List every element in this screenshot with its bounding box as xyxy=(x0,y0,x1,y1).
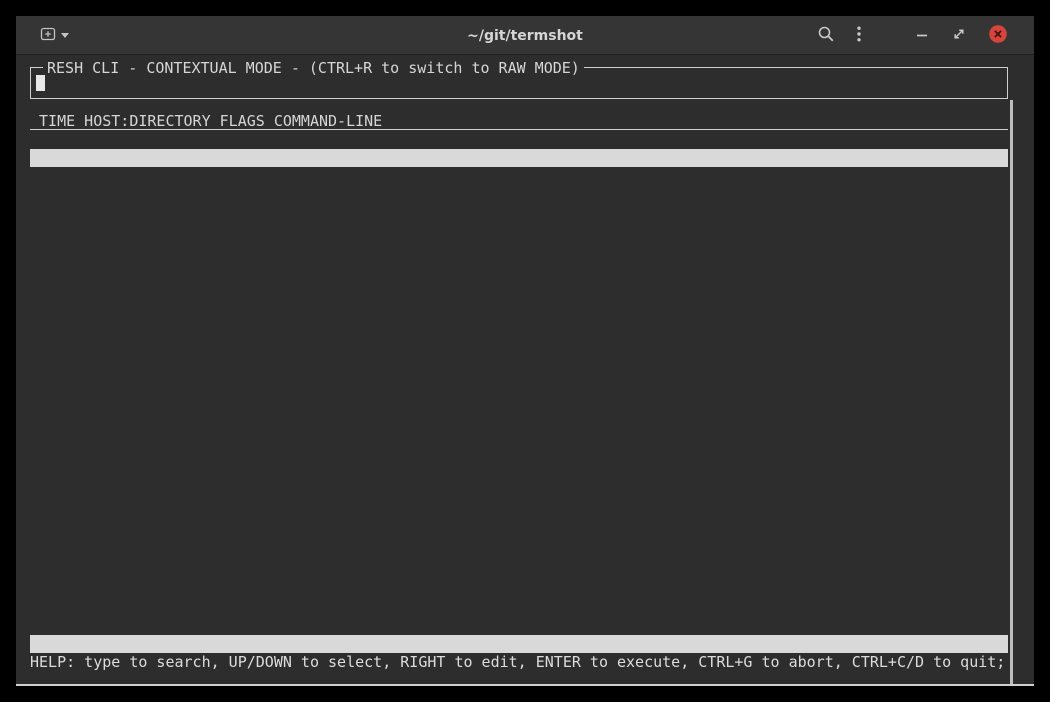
kebab-menu-icon xyxy=(856,25,862,46)
new-tab-icon xyxy=(40,26,56,45)
titlebar[interactable]: ~/git/termshot xyxy=(16,16,1034,55)
history-row[interactable]: 7 days ~/git/termshot G time echo someth… xyxy=(30,527,1008,545)
history-row[interactable]: 6 days ~/git/termshot G cd .. xyxy=(30,455,1008,473)
window-title: ~/git/termshot xyxy=(136,16,914,55)
history-row[interactable]: 3 days ~/git/termshot G fh() {; eval $( … xyxy=(30,167,1008,185)
history-row[interactable]: 7 days ~/git/termshot G mv ~/xterm.2020.… xyxy=(30,617,1008,635)
history-row[interactable]: 3 days ~/git/termshot G inkscape xterm-w… xyxy=(30,275,1008,293)
history-row[interactable]: 3 days ~/git/termshot G fh xyxy=(30,149,1008,167)
close-icon xyxy=(988,24,1008,47)
search-icon xyxy=(817,25,835,46)
menu-button[interactable] xyxy=(856,25,862,46)
history-row[interactable]: 7 days ~/git/termshot G time x=1 xyxy=(30,509,1008,527)
terminal-window: ~/git/termshot xyxy=(16,16,1034,686)
history-table-header: TIME HOST:DIRECTORY FLAGS COMMAND-LINE xyxy=(30,112,1008,130)
search-input[interactable]: RESH CLI - CONTEXTUAL MODE - (CTRL+R to … xyxy=(30,67,1008,99)
search-button[interactable] xyxy=(817,25,835,46)
history-row[interactable]: 3 days ~/git/termshot G cd xyxy=(30,131,1008,149)
history-row[interactable]: 3 days ~/git/termshot G mv ~/xterm.2020.… xyxy=(30,311,1008,329)
chevron-down-icon xyxy=(61,33,69,38)
close-button[interactable] xyxy=(988,24,1008,47)
history-row[interactable]: 3 days ~/git/termshot G ls xyxy=(30,221,1008,239)
history-row[interactable]: 3 days ~/git/termshot G mv ~/xterm.2020.… xyxy=(30,347,1008,365)
search-box-label: RESH CLI - CONTEXTUAL MODE - (CTRL+R to … xyxy=(43,59,584,77)
history-row[interactable]: 3 days ~/git/termshot G inkscape xterm-w… xyxy=(30,185,1008,203)
help-line: HELP: type to search, UP/DOWN to select,… xyxy=(30,653,1020,671)
minimize-button[interactable] xyxy=(914,26,930,45)
history-row[interactable]: 3 days ~/git/termshot G mv ~/xterm.2020.… xyxy=(30,437,1008,455)
minimize-icon xyxy=(914,26,930,45)
history-row[interactable]: 7 days ~/git/termshot G mv ~/xterm.2020.… xyxy=(30,581,1008,599)
history-row[interactable]: 3 days ~/git/termshot G mv ~/xterm.2020.… xyxy=(30,257,1008,275)
history-row[interactable]: 3 days ~/git/termshot G rm xterm-mockup-… xyxy=(30,383,1008,401)
history-row[interactable]: 3 days ~/git/termshot G inkscape xterm-m… xyxy=(30,419,1008,437)
history-row[interactable]: 3 days ~/git/termshot G rm xterm-mockup-… xyxy=(30,239,1008,257)
restore-icon xyxy=(951,26,967,45)
history-row[interactable]: 7 days ~/git/termshot G mv ~/xterm.2020.… xyxy=(30,599,1008,617)
history-row[interactable]: 3 days ~/git/termshot G mv ~/xterm.2020.… xyxy=(30,329,1008,347)
restore-button[interactable] xyxy=(951,26,967,45)
history-row[interactable]: 3 days ~/git/termshot G inkscape xterm-m… xyxy=(30,401,1008,419)
history-row[interactable]: 7 days ~/git/termshot G bash xyxy=(30,563,1008,581)
history-list: 3 days ~/git/termshot G cd 3 days ~/git/… xyxy=(30,131,1008,635)
new-tab-button[interactable] xyxy=(40,26,69,45)
history-row[interactable]: 7 days ~/git/termshot G time echo someth… xyxy=(30,545,1008,563)
history-row[interactable]: 7 days ~/git/termshot G clear xyxy=(30,473,1008,491)
history-row[interactable]: 7 days ~/git/termshot G time date xyxy=(30,491,1008,509)
status-bar: 2020-05-08 00:34:56 tower:~/git/termshot… xyxy=(30,635,1008,653)
history-row[interactable]: 3 days ~/git/termshot G mv ~/xterm.2020.… xyxy=(30,365,1008,383)
history-row[interactable]: 3 days ~/git/termshot G mv ~/xterm.2020.… xyxy=(30,203,1008,221)
terminal-content: RESH CLI - CONTEXTUAL MODE - (CTRL+R to … xyxy=(16,55,1034,684)
scrollbar[interactable] xyxy=(1010,100,1013,684)
history-row[interactable]: 3 days ~/git/termshot G mv ~/xterm.2020.… xyxy=(30,293,1008,311)
text-cursor xyxy=(36,75,45,91)
